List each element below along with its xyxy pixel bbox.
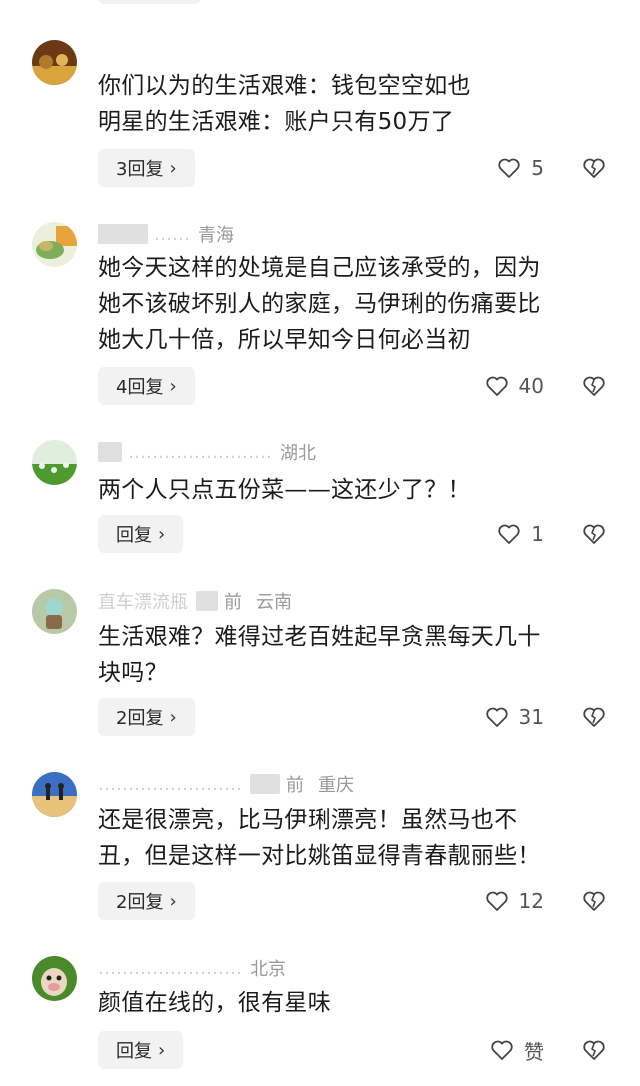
avatar[interactable] [32, 40, 77, 85]
view-replies-button[interactable]: 2回复 › [98, 698, 195, 736]
view-replies-button[interactable]: 4回复 › [98, 367, 195, 405]
time-label: 前 [286, 775, 304, 796]
avatar[interactable] [32, 222, 77, 267]
dislike-button[interactable] [582, 882, 606, 920]
comment-text: 颜值在线的，很有星味 [98, 990, 331, 1016]
heart-outline-icon [485, 707, 508, 727]
heart-outline-icon [491, 1040, 513, 1060]
comment-text: 两个人只点五份菜——这还少了？！ [98, 477, 471, 503]
chevron-right-icon: › [158, 1039, 166, 1061]
broken-heart-icon [583, 524, 605, 544]
broken-heart-icon [583, 891, 605, 911]
chevron-right-icon: › [169, 890, 177, 912]
comment-meta: 直车漂流瓶 前 云南 [98, 589, 292, 613]
heart-outline-icon [498, 524, 520, 544]
comment-meta: …………………… 湖北 [98, 440, 316, 464]
broken-heart-icon [583, 707, 605, 727]
location-label: 云南 [256, 592, 292, 613]
like-count: 40 [518, 374, 544, 398]
like-button[interactable]: 40 [485, 367, 544, 405]
like-count: 5 [531, 156, 544, 180]
comment-meta: …… 青海 [98, 222, 234, 246]
comment-text: 生活艰难？难得过老百姓起早贪黑每天几十 块吗？ [98, 624, 541, 686]
previous-reply-button[interactable] [98, 0, 201, 4]
heart-outline-icon [485, 376, 508, 396]
dislike-button[interactable] [582, 1031, 606, 1069]
chevron-right-icon: › [169, 706, 177, 728]
chevron-right-icon: › [158, 523, 166, 545]
comment-meta: …………………… 前 重庆 [98, 772, 354, 797]
broken-heart-icon [583, 1040, 605, 1060]
dislike-button[interactable] [582, 149, 606, 187]
dislike-button[interactable] [582, 515, 606, 553]
avatar[interactable] [32, 440, 77, 485]
dislike-button[interactable] [582, 698, 606, 736]
time-label: 前 [224, 592, 242, 613]
like-count: 12 [518, 889, 544, 913]
reply-button[interactable]: 回复 › [98, 515, 184, 553]
heart-outline-icon [485, 891, 508, 911]
view-replies-button[interactable]: 3回复 › [98, 149, 195, 187]
avatar[interactable] [32, 589, 77, 634]
like-count: 赞 [524, 1039, 544, 1064]
location-label: 北京 [250, 959, 286, 980]
avatar[interactable] [32, 956, 77, 1001]
like-button[interactable]: 31 [485, 698, 544, 736]
like-button[interactable]: 赞 [490, 1031, 544, 1069]
like-button[interactable]: 5 [497, 149, 544, 187]
view-replies-button[interactable]: 2回复 › [98, 882, 195, 920]
username[interactable]: 直车漂流瓶 [98, 588, 188, 614]
chevron-right-icon: › [169, 375, 177, 397]
location-label: 青海 [198, 225, 234, 246]
avatar[interactable] [32, 772, 77, 817]
chevron-right-icon: › [169, 157, 177, 179]
heart-outline-icon [498, 158, 520, 178]
dislike-button[interactable] [582, 367, 606, 405]
location-label: 湖北 [280, 443, 316, 464]
reply-button[interactable]: 回复 › [98, 1031, 184, 1069]
comment-meta: …………………… 北京 [98, 956, 286, 981]
comment-text: 你们以为的生活艰难：钱包空空如也 明星的生活艰难：账户只有50万了 [98, 73, 471, 135]
broken-heart-icon [583, 376, 605, 396]
broken-heart-icon [583, 158, 605, 178]
comment-text: 还是很漂亮，比马伊琍漂亮！虽然马也不 丑，但是这样一对比姚笛显得青春靓丽些！ [98, 807, 541, 869]
like-count: 1 [531, 522, 544, 546]
like-button[interactable]: 1 [497, 515, 544, 553]
comment-text: 她今天这样的处境是自己应该承受的，因为 她不该破坏别人的家庭，马伊琍的伤痛要比 她大… [98, 255, 541, 353]
location-label: 重庆 [318, 775, 354, 796]
like-button[interactable]: 12 [485, 882, 544, 920]
like-count: 31 [518, 705, 544, 729]
